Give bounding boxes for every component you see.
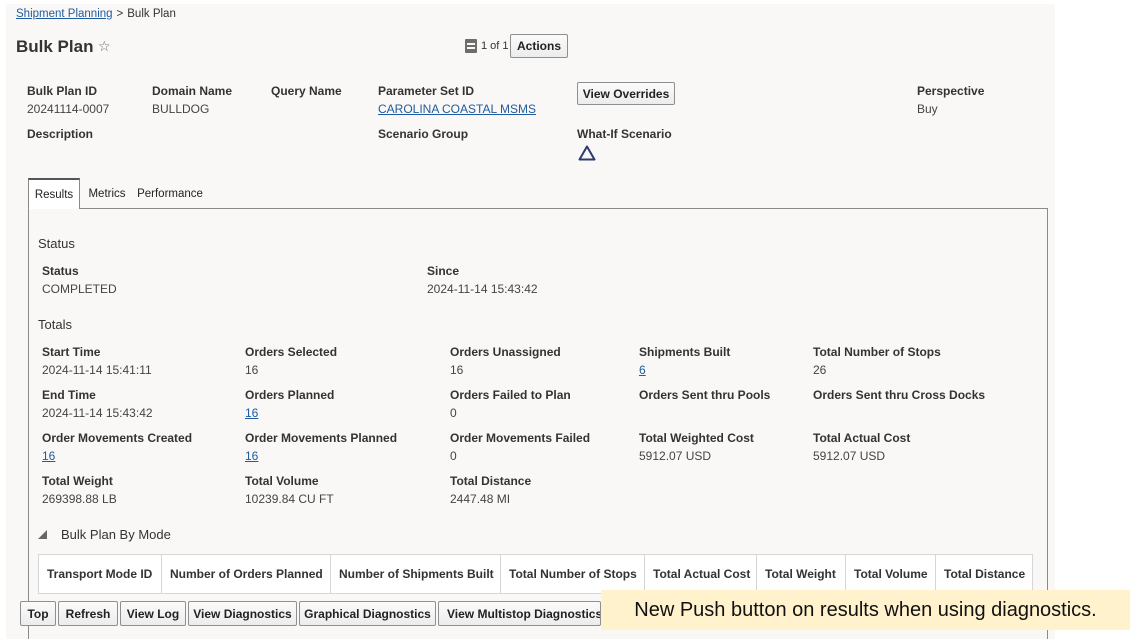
bulk-plan-id-label: Bulk Plan ID [27, 84, 98, 98]
total-weight-label: Total Weight [42, 474, 113, 488]
orders-failed-value: 0 [450, 406, 457, 420]
column-header[interactable]: Number of Orders Planned [162, 555, 331, 593]
bulk-plan-page: Shipment Planning > Bulk Plan Bulk Plan ☆ … [6, 4, 1055, 639]
total-weight-value: 269398.88 LB [42, 492, 117, 506]
orders-failed-label: Orders Failed to Plan [450, 388, 571, 402]
orders-planned-link[interactable]: 16 [245, 406, 258, 420]
om-failed-label: Order Movements Failed [450, 431, 591, 445]
om-failed-value: 0 [450, 449, 457, 463]
tab-performance[interactable]: Performance [134, 178, 206, 209]
orders-selected-value: 16 [245, 363, 259, 377]
since-value: 2024-11-14 15:43:42 [427, 282, 538, 296]
om-created-label: Order Movements Created [42, 431, 193, 445]
perspective-value: Buy [917, 102, 938, 116]
column-header[interactable]: Total Number of Stops [501, 555, 645, 593]
shipments-built-label: Shipments Built [639, 345, 731, 359]
total-distance-value: 2447.48 MI [450, 492, 511, 506]
view-diagnostics-button[interactable]: View Diagnostics [188, 601, 297, 626]
tab-results[interactable]: Results [28, 178, 80, 209]
column-header[interactable]: Total Actual Cost [645, 555, 757, 593]
shipments-built-link[interactable]: 6 [639, 363, 646, 377]
perspective-label: Perspective [917, 84, 985, 98]
orders-cross-docks-label: Orders Sent thru Cross Docks [813, 388, 986, 402]
column-header[interactable]: Total Distance [936, 555, 1032, 593]
breadcrumb: Shipment Planning > Bulk Plan [16, 8, 176, 20]
graphical-diagnostics-button[interactable]: Graphical Diagnostics [299, 601, 436, 626]
total-volume-value: 10239.84 CU FT [245, 492, 334, 506]
what-if-scenario-label: What-If Scenario [577, 127, 672, 141]
total-actual-cost-value: 5912.07 USD [813, 449, 886, 463]
orders-unassigned-label: Orders Unassigned [450, 345, 561, 359]
page-title: Bulk Plan [16, 37, 94, 56]
breadcrumb-shipment-planning-link[interactable]: Shipment Planning [16, 8, 113, 20]
orders-pools-label: Orders Sent thru Pools [639, 388, 771, 402]
bulk-plan-id-value: 20241114-0007 [27, 102, 110, 116]
total-volume-label: Total Volume [245, 474, 319, 488]
om-created-link[interactable]: 16 [42, 449, 55, 463]
triangle-outline-icon[interactable] [578, 145, 596, 161]
status-value: COMPLETED [42, 282, 117, 296]
view-log-button[interactable]: View Log [120, 601, 186, 626]
totals-section-title: Totals [38, 317, 72, 332]
top-button[interactable]: Top [20, 601, 56, 626]
orders-unassigned-value: 16 [450, 363, 464, 377]
breadcrumb-current: Bulk Plan [127, 8, 176, 20]
total-actual-cost-label: Total Actual Cost [813, 431, 911, 445]
total-weighted-cost-value: 5912.07 USD [639, 449, 712, 463]
annotation-callout: New Push button on results when using di… [601, 590, 1130, 630]
orders-planned-label: Orders Planned [245, 388, 335, 402]
column-header[interactable]: Total Volume [846, 555, 936, 593]
domain-name-label: Domain Name [152, 84, 233, 98]
by-mode-section-title[interactable]: Bulk Plan By Mode [61, 527, 171, 542]
tab-metrics[interactable]: Metrics [84, 178, 130, 209]
record-pager: 1 of 1 [481, 40, 509, 52]
total-stops-value: 26 [813, 363, 827, 377]
since-label: Since [427, 264, 460, 278]
actions-button[interactable]: Actions [510, 34, 568, 58]
om-planned-label: Order Movements Planned [245, 431, 398, 445]
collapse-triangle-icon[interactable] [38, 530, 47, 539]
start-time-value: 2024-11-14 15:41:11 [42, 363, 152, 377]
star-outline-icon[interactable]: ☆ [98, 38, 111, 55]
refresh-button[interactable]: Refresh [58, 601, 118, 626]
start-time-label: Start Time [42, 345, 101, 359]
scenario-group-label: Scenario Group [378, 127, 469, 141]
document-icon [465, 39, 477, 53]
end-time-value: 2024-11-14 15:43:42 [42, 406, 153, 420]
om-planned-link[interactable]: 16 [245, 449, 258, 463]
parameter-set-id-link[interactable]: CAROLINA COASTAL MSMS [378, 102, 536, 116]
view-multistop-diagnostics-button[interactable]: View Multistop Diagnostics [438, 601, 601, 626]
total-distance-label: Total Distance [450, 474, 532, 488]
column-header[interactable]: Total Weight [757, 555, 846, 593]
end-time-label: End Time [42, 388, 96, 402]
column-header[interactable]: Number of Shipments Built [331, 555, 501, 593]
description-label: Description [27, 127, 94, 141]
parameter-set-id-label: Parameter Set ID [378, 84, 475, 98]
status-label: Status [42, 264, 79, 278]
by-mode-table: Transport Mode ID Number of Orders Plann… [38, 554, 1033, 594]
view-overrides-button[interactable]: View Overrides [577, 82, 675, 105]
total-weighted-cost-label: Total Weighted Cost [639, 431, 754, 445]
query-name-label: Query Name [271, 84, 342, 98]
breadcrumb-separator: > [116, 8, 124, 20]
total-stops-label: Total Number of Stops [813, 345, 941, 359]
status-section-title: Status [38, 236, 75, 251]
orders-selected-label: Orders Selected [245, 345, 338, 359]
column-header[interactable]: Transport Mode ID [39, 555, 162, 593]
domain-name-value: BULLDOG [152, 102, 210, 116]
